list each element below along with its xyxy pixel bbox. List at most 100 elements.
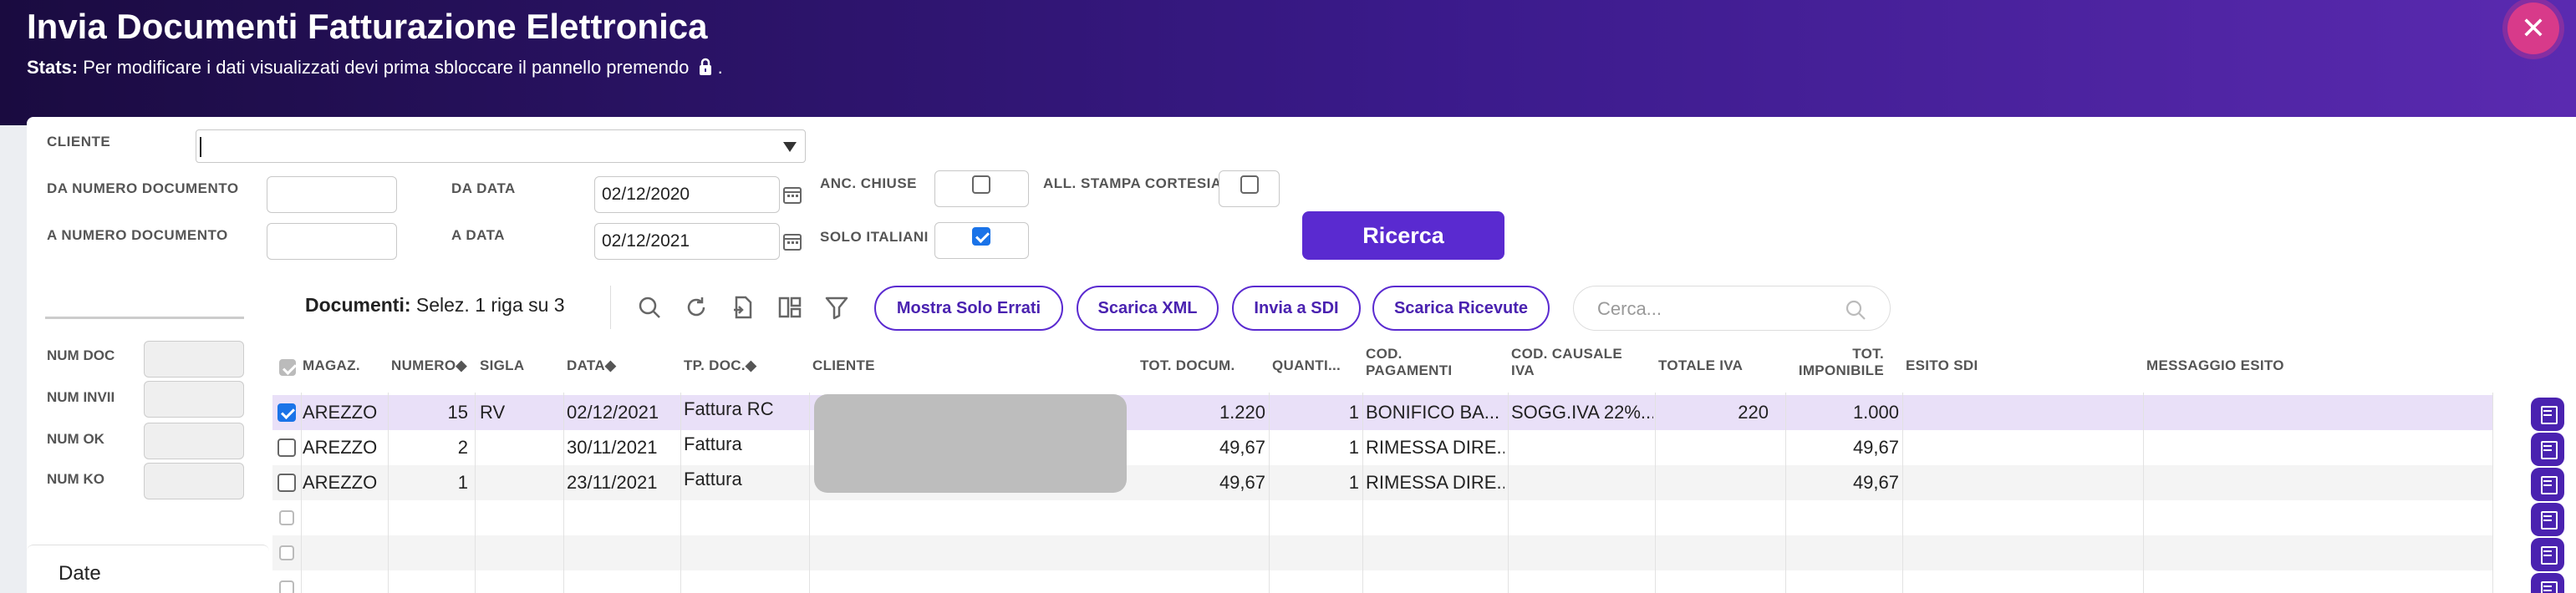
cell-tot-imponibile: 49,67 <box>1852 437 1899 458</box>
row-checkbox[interactable] <box>279 580 294 593</box>
a-data-value: 02/12/2021 <box>602 231 690 251</box>
col-tp-doc[interactable]: TP. DOC.◆ <box>684 357 756 374</box>
all-stampa-checkbox[interactable] <box>1240 175 1259 194</box>
col-cod-causale[interactable]: COD. CAUSALE IVA <box>1511 346 1622 379</box>
row-checkbox[interactable] <box>277 438 296 457</box>
all-stampa-label: ALL. STAMPA CORTESIA <box>1043 175 1222 191</box>
toolbar-divider <box>610 286 611 329</box>
row-checkbox[interactable] <box>279 510 294 525</box>
cell-numero: 1 <box>457 472 468 493</box>
table-row-empty <box>272 535 2492 570</box>
col-divider <box>388 393 389 593</box>
da-data-label: DA DATA <box>451 180 516 196</box>
col-cod-pagamenti-l1: COD. <box>1366 346 1403 362</box>
col-cod-causale-l1: COD. CAUSALE <box>1511 346 1622 362</box>
col-tot-docum[interactable]: TOT. DOCUM. <box>1140 357 1235 374</box>
col-cod-pagamenti-l2: PAGAMENTI <box>1366 362 1453 378</box>
chevron-down-icon[interactable] <box>783 142 797 152</box>
cell-tot-imponibile: 49,67 <box>1852 472 1899 493</box>
row-checkbox[interactable] <box>279 545 294 560</box>
cell-numero: 15 <box>447 402 468 423</box>
grid-search-input[interactable]: Cerca... <box>1573 286 1891 331</box>
cell-data: 23/11/2021 <box>567 472 658 493</box>
col-divider <box>563 393 564 593</box>
document-action-icon[interactable] <box>2531 573 2564 593</box>
a-numero-input[interactable] <box>267 223 397 260</box>
col-divider <box>1269 393 1270 593</box>
cell-quanti: 1 <box>1348 437 1359 458</box>
col-divider <box>1508 393 1509 593</box>
col-sigla[interactable]: SIGLA <box>480 357 524 374</box>
col-data[interactable]: DATA◆ <box>567 357 616 374</box>
a-data-input[interactable]: 02/12/2021 <box>594 223 780 260</box>
cell-quanti: 1 <box>1348 402 1359 423</box>
document-action-icon[interactable] <box>2531 503 2564 536</box>
calendar-icon[interactable] <box>783 185 802 204</box>
select-all-checkbox[interactable] <box>279 359 296 376</box>
solo-italiani-checkbox[interactable] <box>972 227 990 246</box>
num-ko-field <box>144 463 244 499</box>
document-action-icon[interactable] <box>2531 468 2564 501</box>
col-tot-impon-l1: TOT. <box>1852 346 1884 362</box>
cell-tp-doc: Fattura RC <box>684 398 774 419</box>
col-cod-pagamenti[interactable]: COD. PAGAMENTI <box>1366 346 1452 379</box>
document-action-icon[interactable] <box>2531 538 2564 571</box>
anc-chiuse-label: ANC. CHIUSE <box>820 175 918 191</box>
refresh-icon[interactable] <box>684 295 709 320</box>
search-icon[interactable] <box>1845 299 1866 321</box>
col-cod-causale-l2: IVA <box>1511 362 1535 378</box>
col-divider <box>1785 393 1786 593</box>
close-icon: ✕ <box>2520 11 2547 45</box>
col-tot-imponibile[interactable]: TOT. IMPONIBILE <box>1789 346 1884 379</box>
num-ok-field <box>144 423 244 459</box>
da-data-input[interactable]: 02/12/2020 <box>594 176 780 213</box>
col-tot-impon-l2: IMPONIBILE <box>1798 362 1884 378</box>
col-messaggio-esito[interactable]: MESSAGGIO ESITO <box>2146 357 2284 374</box>
text-cursor <box>200 137 201 157</box>
anc-chiuse-checkbox[interactable] <box>972 175 990 194</box>
mostra-solo-errati-button[interactable]: Mostra Solo Errati <box>874 286 1063 331</box>
search-icon[interactable] <box>637 295 662 320</box>
cell-quanti: 1 <box>1348 472 1359 493</box>
col-divider <box>2143 393 2144 593</box>
col-quanti[interactable]: QUANTI... <box>1272 357 1341 374</box>
cell-data: 30/11/2021 <box>567 437 658 458</box>
stats-end: . <box>717 57 723 78</box>
calendar-icon[interactable] <box>783 232 802 251</box>
close-button[interactable]: ✕ <box>2507 3 2559 54</box>
scarica-xml-button[interactable]: Scarica XML <box>1077 286 1219 331</box>
ricerca-button[interactable]: Ricerca <box>1302 211 1504 260</box>
col-numero[interactable]: NUMERO◆ <box>391 357 467 374</box>
filter-icon[interactable] <box>824 295 849 320</box>
cell-cod-pagamenti: BONIFICO BA... <box>1366 402 1500 423</box>
row-checkbox[interactable] <box>277 403 296 422</box>
stats-line: Stats: Per modificare i dati visualizzat… <box>27 57 723 79</box>
page-title: Invia Documenti Fatturazione Elettronica <box>27 7 708 46</box>
num-ko-label: NUM KO <box>47 471 104 487</box>
cell-tot-docum: 49,67 <box>1219 437 1265 458</box>
cell-cod-pagamenti: RIMESSA DIRE... <box>1366 437 1504 458</box>
cell-tot-docum: 1.220 <box>1219 402 1265 423</box>
cell-sigla: RV <box>480 402 506 423</box>
cell-data: 02/12/2021 <box>567 402 659 423</box>
da-numero-input[interactable] <box>267 176 397 213</box>
lock-icon[interactable] <box>698 58 713 76</box>
col-divider <box>301 393 302 593</box>
document-action-icon[interactable] <box>2531 433 2564 466</box>
col-magaz[interactable]: MAGAZ. <box>303 357 360 374</box>
col-cliente[interactable]: CLIENTE <box>812 357 875 374</box>
col-totale-iva[interactable]: TOTALE IVA <box>1658 357 1743 374</box>
da-data-value: 02/12/2020 <box>602 185 690 204</box>
col-divider <box>1902 393 1903 593</box>
scarica-ricevute-button[interactable]: Scarica Ricevute <box>1372 286 1550 331</box>
col-divider <box>1655 393 1656 593</box>
document-action-icon[interactable] <box>2531 398 2564 431</box>
grid-toolbar-title: Documenti: Selez. 1 riga su 3 <box>305 294 565 317</box>
row-checkbox[interactable] <box>277 474 296 492</box>
date-card[interactable]: Date <box>27 545 269 593</box>
cliente-select[interactable] <box>196 129 806 163</box>
export-file-icon[interactable] <box>731 295 756 320</box>
columns-icon[interactable] <box>777 295 802 320</box>
col-esito-sdi[interactable]: ESITO SDI <box>1906 357 1978 374</box>
invia-sdi-button[interactable]: Invia a SDI <box>1232 286 1361 331</box>
